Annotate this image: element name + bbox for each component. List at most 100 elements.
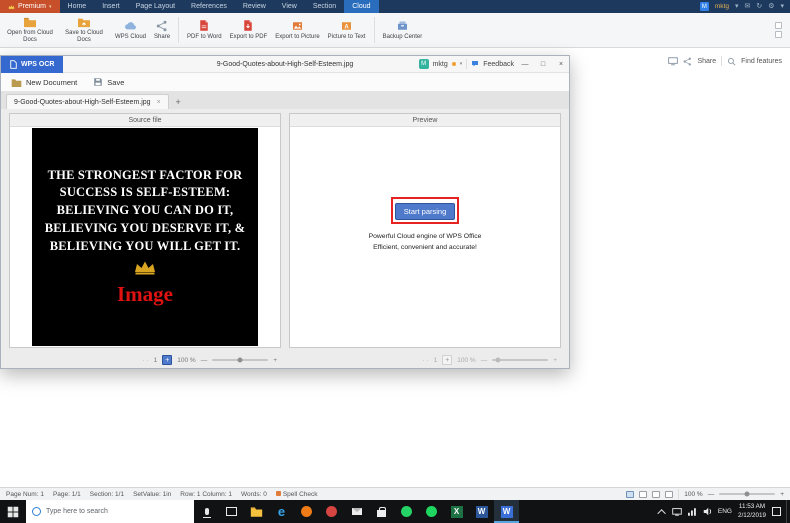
zoom-out-icon[interactable]: —	[481, 357, 488, 364]
zoom-value: 100 %	[684, 491, 702, 498]
clock[interactable]: 11:53 AM 2/12/2019	[738, 503, 766, 519]
ribbon-collapse-icon[interactable]	[775, 31, 782, 38]
tab-page-layout[interactable]: Page Layout	[128, 0, 183, 13]
show-desktop-button[interactable]	[786, 500, 790, 523]
tab-home[interactable]: Home	[60, 0, 95, 13]
avatar[interactable]: M	[419, 59, 429, 69]
share-icon[interactable]	[683, 57, 692, 66]
zoom-slider[interactable]	[492, 359, 548, 361]
search-icon[interactable]	[727, 57, 736, 66]
sync-icon[interactable]: ↻	[756, 3, 762, 10]
status-spell-check[interactable]: Spell Check	[276, 491, 318, 498]
task-view-button[interactable]	[219, 500, 244, 523]
find-features-label[interactable]: Find features	[741, 58, 782, 65]
message-icon[interactable]: ✉	[744, 3, 750, 10]
zoom-in-icon[interactable]: +	[780, 491, 784, 498]
zoom-slider[interactable]	[212, 359, 268, 361]
file-tab-label: 9-Good-Quotes-about-High-Self-Esteem.jpg	[14, 99, 151, 106]
new-tab-button[interactable]: +	[172, 95, 185, 108]
chevron-down-icon[interactable]: ▾	[735, 3, 739, 10]
tab-premium[interactable]: Premium ▾	[0, 0, 60, 13]
mail-button[interactable]	[344, 500, 369, 523]
chevron-down-icon[interactable]: ▾	[460, 61, 463, 67]
fit-view-button[interactable]: +	[442, 355, 452, 365]
preview-panel-header: Preview	[290, 114, 560, 127]
firefox-button[interactable]	[294, 500, 319, 523]
zoom-slider-thumb[interactable]	[495, 358, 500, 363]
caption-line: Powerful Cloud engine of WPS Office	[369, 232, 482, 243]
word-button[interactable]: W	[469, 500, 494, 523]
edge-button[interactable]: e	[269, 500, 294, 523]
start-parsing-button[interactable]: Start parsing	[395, 203, 456, 220]
action-center-icon[interactable]	[772, 507, 781, 516]
wps-cloud-button[interactable]: WPS Cloud	[111, 18, 150, 43]
whatsapp-button[interactable]	[394, 500, 419, 523]
cloud-folder-icon	[23, 16, 37, 28]
tab-insert[interactable]: Insert	[94, 0, 128, 13]
quote-line: BELIEVING YOU DESERVE IT, &	[45, 220, 246, 238]
status-bar-right: 100 % — +	[626, 489, 784, 499]
settings-gear-icon[interactable]: ⚙	[768, 3, 774, 10]
share-label[interactable]: Share	[697, 58, 716, 65]
zoom-out-icon[interactable]: —	[201, 357, 208, 364]
collapse-ribbon-icon[interactable]: ▾	[780, 3, 784, 10]
tab-cloud[interactable]: Cloud	[344, 0, 378, 13]
display-tray-icon[interactable]	[672, 508, 682, 516]
opera-button[interactable]	[319, 500, 344, 523]
picture-to-text-button[interactable]: A Picture to Text	[324, 18, 370, 43]
wps-office-button[interactable]: W	[494, 500, 519, 523]
export-to-pdf-button[interactable]: Export to PDF	[226, 17, 272, 43]
store-button[interactable]	[369, 500, 394, 523]
microphone-button[interactable]	[194, 500, 219, 523]
minimize-button[interactable]: —	[518, 56, 532, 73]
view-mode-icon-4[interactable]	[665, 491, 673, 498]
network-icon[interactable]	[688, 508, 697, 516]
tab-references[interactable]: References	[183, 0, 235, 13]
tab-view[interactable]: View	[274, 0, 305, 13]
zoom-in-icon[interactable]: +	[553, 357, 557, 364]
save-button[interactable]: Save	[93, 77, 124, 87]
avatar[interactable]: M	[700, 2, 709, 11]
zoom-slider[interactable]	[719, 493, 775, 495]
tab-section[interactable]: Section	[305, 0, 344, 13]
file-tab[interactable]: 9-Good-Quotes-about-High-Self-Esteem.jpg…	[6, 94, 169, 109]
pdf-to-word-button[interactable]: PDF to Word	[183, 17, 226, 43]
display-icon[interactable]	[668, 57, 678, 66]
zoom-in-icon[interactable]: +	[273, 357, 277, 364]
maximize-button[interactable]: □	[536, 56, 550, 73]
excel-button[interactable]: X	[444, 500, 469, 523]
start-button[interactable]	[0, 500, 26, 523]
spotify-button[interactable]	[419, 500, 444, 523]
volume-icon[interactable]	[703, 507, 712, 516]
zoom-slider-thumb[interactable]	[238, 358, 243, 363]
file-explorer-button[interactable]	[244, 500, 269, 523]
fit-view-button[interactable]: +	[162, 355, 172, 365]
export-to-picture-button[interactable]: Export to Picture	[271, 18, 323, 43]
button-label: Export to PDF	[230, 34, 268, 41]
button-label: PDF to Word	[187, 34, 222, 41]
view-mode-icon-1[interactable]	[626, 491, 634, 498]
backup-center-button[interactable]: Backup Center	[379, 18, 427, 43]
share-button[interactable]: Share	[150, 18, 174, 43]
ribbon-account-area: M mktg ▾ ✉ ↻ ⚙ ▾	[700, 0, 790, 13]
zoom-out-icon[interactable]: —	[708, 491, 715, 498]
view-mode-icon-3[interactable]	[652, 491, 660, 498]
tab-review[interactable]: Review	[235, 0, 274, 13]
new-document-button[interactable]: New Document	[11, 78, 77, 87]
excel-icon: X	[451, 506, 463, 518]
feedback-button[interactable]: Feedback	[483, 61, 514, 68]
dialog-titlebar[interactable]: WPS OCR 9-Good-Quotes-about-High-Self-Es…	[1, 56, 569, 73]
view-mode-icon-2[interactable]	[639, 491, 647, 498]
language-indicator[interactable]: ENG	[718, 508, 732, 515]
tab-close-icon[interactable]: ×	[157, 99, 161, 106]
source-image[interactable]: THE STRONGEST FACTOR FOR SUCCESS IS SELF…	[32, 128, 258, 346]
show-hidden-icons-chevron[interactable]	[657, 509, 665, 517]
ribbon-options-icon[interactable]	[775, 22, 782, 29]
close-button[interactable]: ×	[554, 56, 568, 73]
username[interactable]: mktg	[715, 3, 729, 10]
username[interactable]: mktg	[433, 61, 448, 68]
open-from-cloud-docs-button[interactable]: Open from Cloud Docs	[3, 14, 57, 46]
zoom-slider-thumb[interactable]	[745, 492, 750, 497]
taskbar-search-box[interactable]: Type here to search	[26, 500, 194, 523]
save-to-cloud-docs-button[interactable]: Save to Cloud Docs	[57, 14, 111, 46]
